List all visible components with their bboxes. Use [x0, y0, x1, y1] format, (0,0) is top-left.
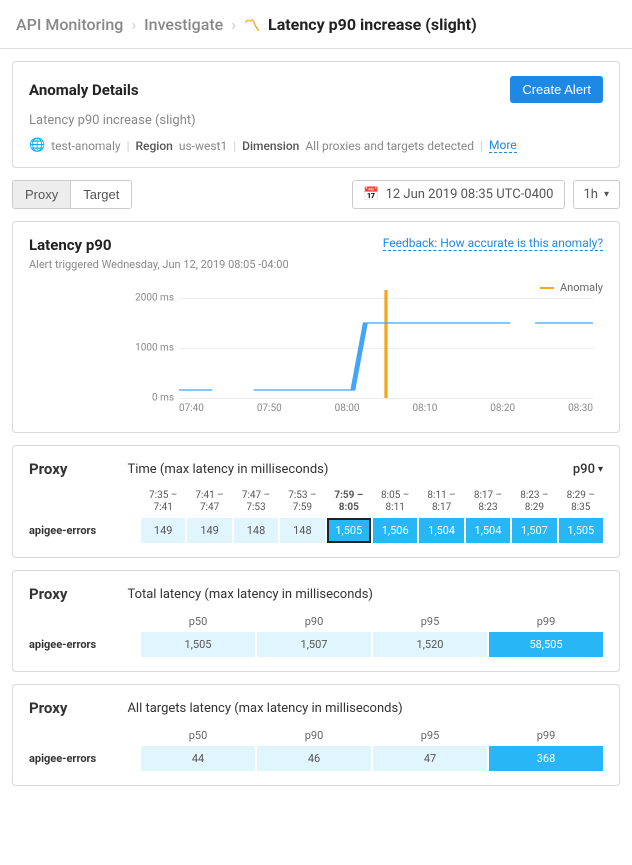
dimension-value: All proxies and targets detected [305, 139, 474, 153]
time-col-head: 8:17 –8:23 [466, 488, 510, 516]
total-latency-mid-label: Total latency (max latency in millisecon… [127, 587, 603, 602]
globe-icon: 🌐 [29, 138, 45, 153]
datetime-picker[interactable]: 📅 12 Jun 2019 08:35 UTC-0400 [352, 180, 564, 209]
anomaly-details-title: Anomaly Details [29, 81, 139, 99]
lat-col-head: p99 [489, 613, 603, 630]
time-table-left-label: Proxy [29, 460, 67, 478]
time-col-head-active: 7:59 –8:05 [327, 488, 371, 516]
time-col-head: 8:11 –8:17 [419, 488, 463, 516]
total-latency-panel: Proxy Total latency (max latency in mill… [12, 570, 620, 672]
region-value: us-west1 [179, 139, 227, 153]
tab-proxy[interactable]: Proxy [13, 181, 70, 208]
lat-col-head: p95 [373, 727, 487, 744]
env-name: test-anomaly [51, 139, 120, 153]
lat-cell[interactable]: 47 [373, 746, 487, 771]
lat-col-head: p90 [257, 613, 371, 630]
time-table-panel: Proxy Time (max latency in milliseconds)… [12, 445, 620, 558]
xlabel: 07:40 [179, 403, 204, 414]
chart-title: Latency p90 [29, 236, 289, 254]
time-col-head: 8:29 –8:35 [559, 488, 603, 516]
xlabel: 07:50 [257, 403, 282, 414]
xlabel: 08:00 [335, 403, 360, 414]
time-row-label: apigee-errors [29, 524, 139, 537]
time-col-head: 8:05 –8:11 [373, 488, 417, 516]
dimension-label: Dimension [242, 139, 299, 153]
anomaly-details-panel: Anomaly Details Create Alert Latency p90… [12, 61, 620, 168]
lat-col-head: p95 [373, 613, 487, 630]
all-targets-panel: Proxy All targets latency (max latency i… [12, 684, 620, 786]
ylabel-mid: 1000 ms [119, 343, 174, 354]
time-table-mid-label: Time (max latency in milliseconds) [127, 462, 572, 477]
total-latency-left-label: Proxy [29, 585, 67, 603]
time-cell[interactable]: 1,504 [466, 518, 510, 543]
tab-target[interactable]: Target [70, 181, 131, 208]
time-cell[interactable]: 1,505 [559, 518, 603, 543]
time-col-head: 7:53 –7:59 [280, 488, 324, 516]
breadcrumb: API Monitoring › Investigate › 〽 Latency… [0, 0, 632, 49]
ylabel-bot: 0 ms [119, 393, 174, 404]
alert-triggered-text: Alert triggered Wednesday, Jun 12, 2019 … [29, 258, 289, 271]
timerange-dropdown[interactable]: 1h [573, 180, 621, 209]
breadcrumb-investigate[interactable]: Investigate [144, 15, 223, 34]
feedback-link[interactable]: Feedback: How accurate is this anomaly? [383, 236, 603, 251]
breadcrumb-current: Latency p90 increase (slight) [268, 15, 477, 34]
anomaly-legend-label: Anomaly [560, 281, 603, 294]
anomaly-swatch [540, 287, 554, 289]
chart-svg [179, 298, 593, 398]
time-cell[interactable]: 1,507 [512, 518, 556, 543]
lat-col-head: p50 [141, 727, 255, 744]
all-targets-left-label: Proxy [29, 699, 67, 717]
region-label: Region [136, 139, 173, 153]
time-cell-selected[interactable]: 1,505 [327, 518, 371, 543]
latency-chart-panel: Latency p90 Alert triggered Wednesday, J… [12, 221, 620, 433]
create-alert-button[interactable]: Create Alert [510, 76, 603, 103]
chevron-right-icon: › [231, 15, 236, 34]
proxy-target-toggle: Proxy Target [12, 180, 132, 209]
chevron-right-icon: › [131, 15, 136, 34]
time-cell[interactable]: 1,506 [373, 518, 417, 543]
more-link[interactable]: More [489, 138, 517, 153]
all-targets-mid-label: All targets latency (max latency in mill… [127, 701, 603, 716]
total-latency-row-label: apigee-errors [29, 638, 139, 651]
lat-cell[interactable]: 1,520 [373, 632, 487, 657]
lat-cell[interactable]: 1,507 [257, 632, 371, 657]
xlabel: 08:10 [412, 403, 437, 414]
lat-col-head: p90 [257, 727, 371, 744]
time-col-head: 7:35 –7:41 [141, 488, 185, 516]
breadcrumb-root[interactable]: API Monitoring [16, 15, 123, 34]
lat-cell[interactable]: 58,505 [489, 632, 603, 657]
anomaly-subtitle: Latency p90 increase (slight) [29, 113, 603, 128]
lat-cell[interactable]: 1,505 [141, 632, 255, 657]
all-targets-row-label: apigee-errors [29, 752, 139, 765]
calendar-icon: 📅 [363, 187, 379, 202]
time-col-head: 7:47 –7:53 [234, 488, 278, 516]
lat-col-head: p99 [489, 727, 603, 744]
time-cell[interactable]: 149 [141, 518, 185, 543]
lat-cell[interactable]: 44 [141, 746, 255, 771]
lat-cell[interactable]: 368 [489, 746, 603, 771]
trend-up-icon: 〽 [244, 12, 260, 36]
xlabel: 08:30 [568, 403, 593, 414]
ylabel-top: 2000 ms [119, 293, 174, 304]
toolbar: Proxy Target 📅 12 Jun 2019 08:35 UTC-040… [12, 180, 620, 209]
time-col-head: 7:41 –7:47 [187, 488, 231, 516]
time-cell[interactable]: 1,504 [419, 518, 463, 543]
lat-cell[interactable]: 46 [257, 746, 371, 771]
latency-chart[interactable]: 2000 ms 1000 ms 0 ms 07:40 07:50 0 [139, 298, 593, 418]
p90-dropdown[interactable]: p90 [573, 462, 603, 477]
time-cell[interactable]: 149 [187, 518, 231, 543]
time-cell[interactable]: 148 [234, 518, 278, 543]
xlabel: 08:20 [490, 403, 515, 414]
time-cell[interactable]: 148 [280, 518, 324, 543]
time-col-head: 8:23 –8:29 [512, 488, 556, 516]
lat-col-head: p50 [141, 613, 255, 630]
